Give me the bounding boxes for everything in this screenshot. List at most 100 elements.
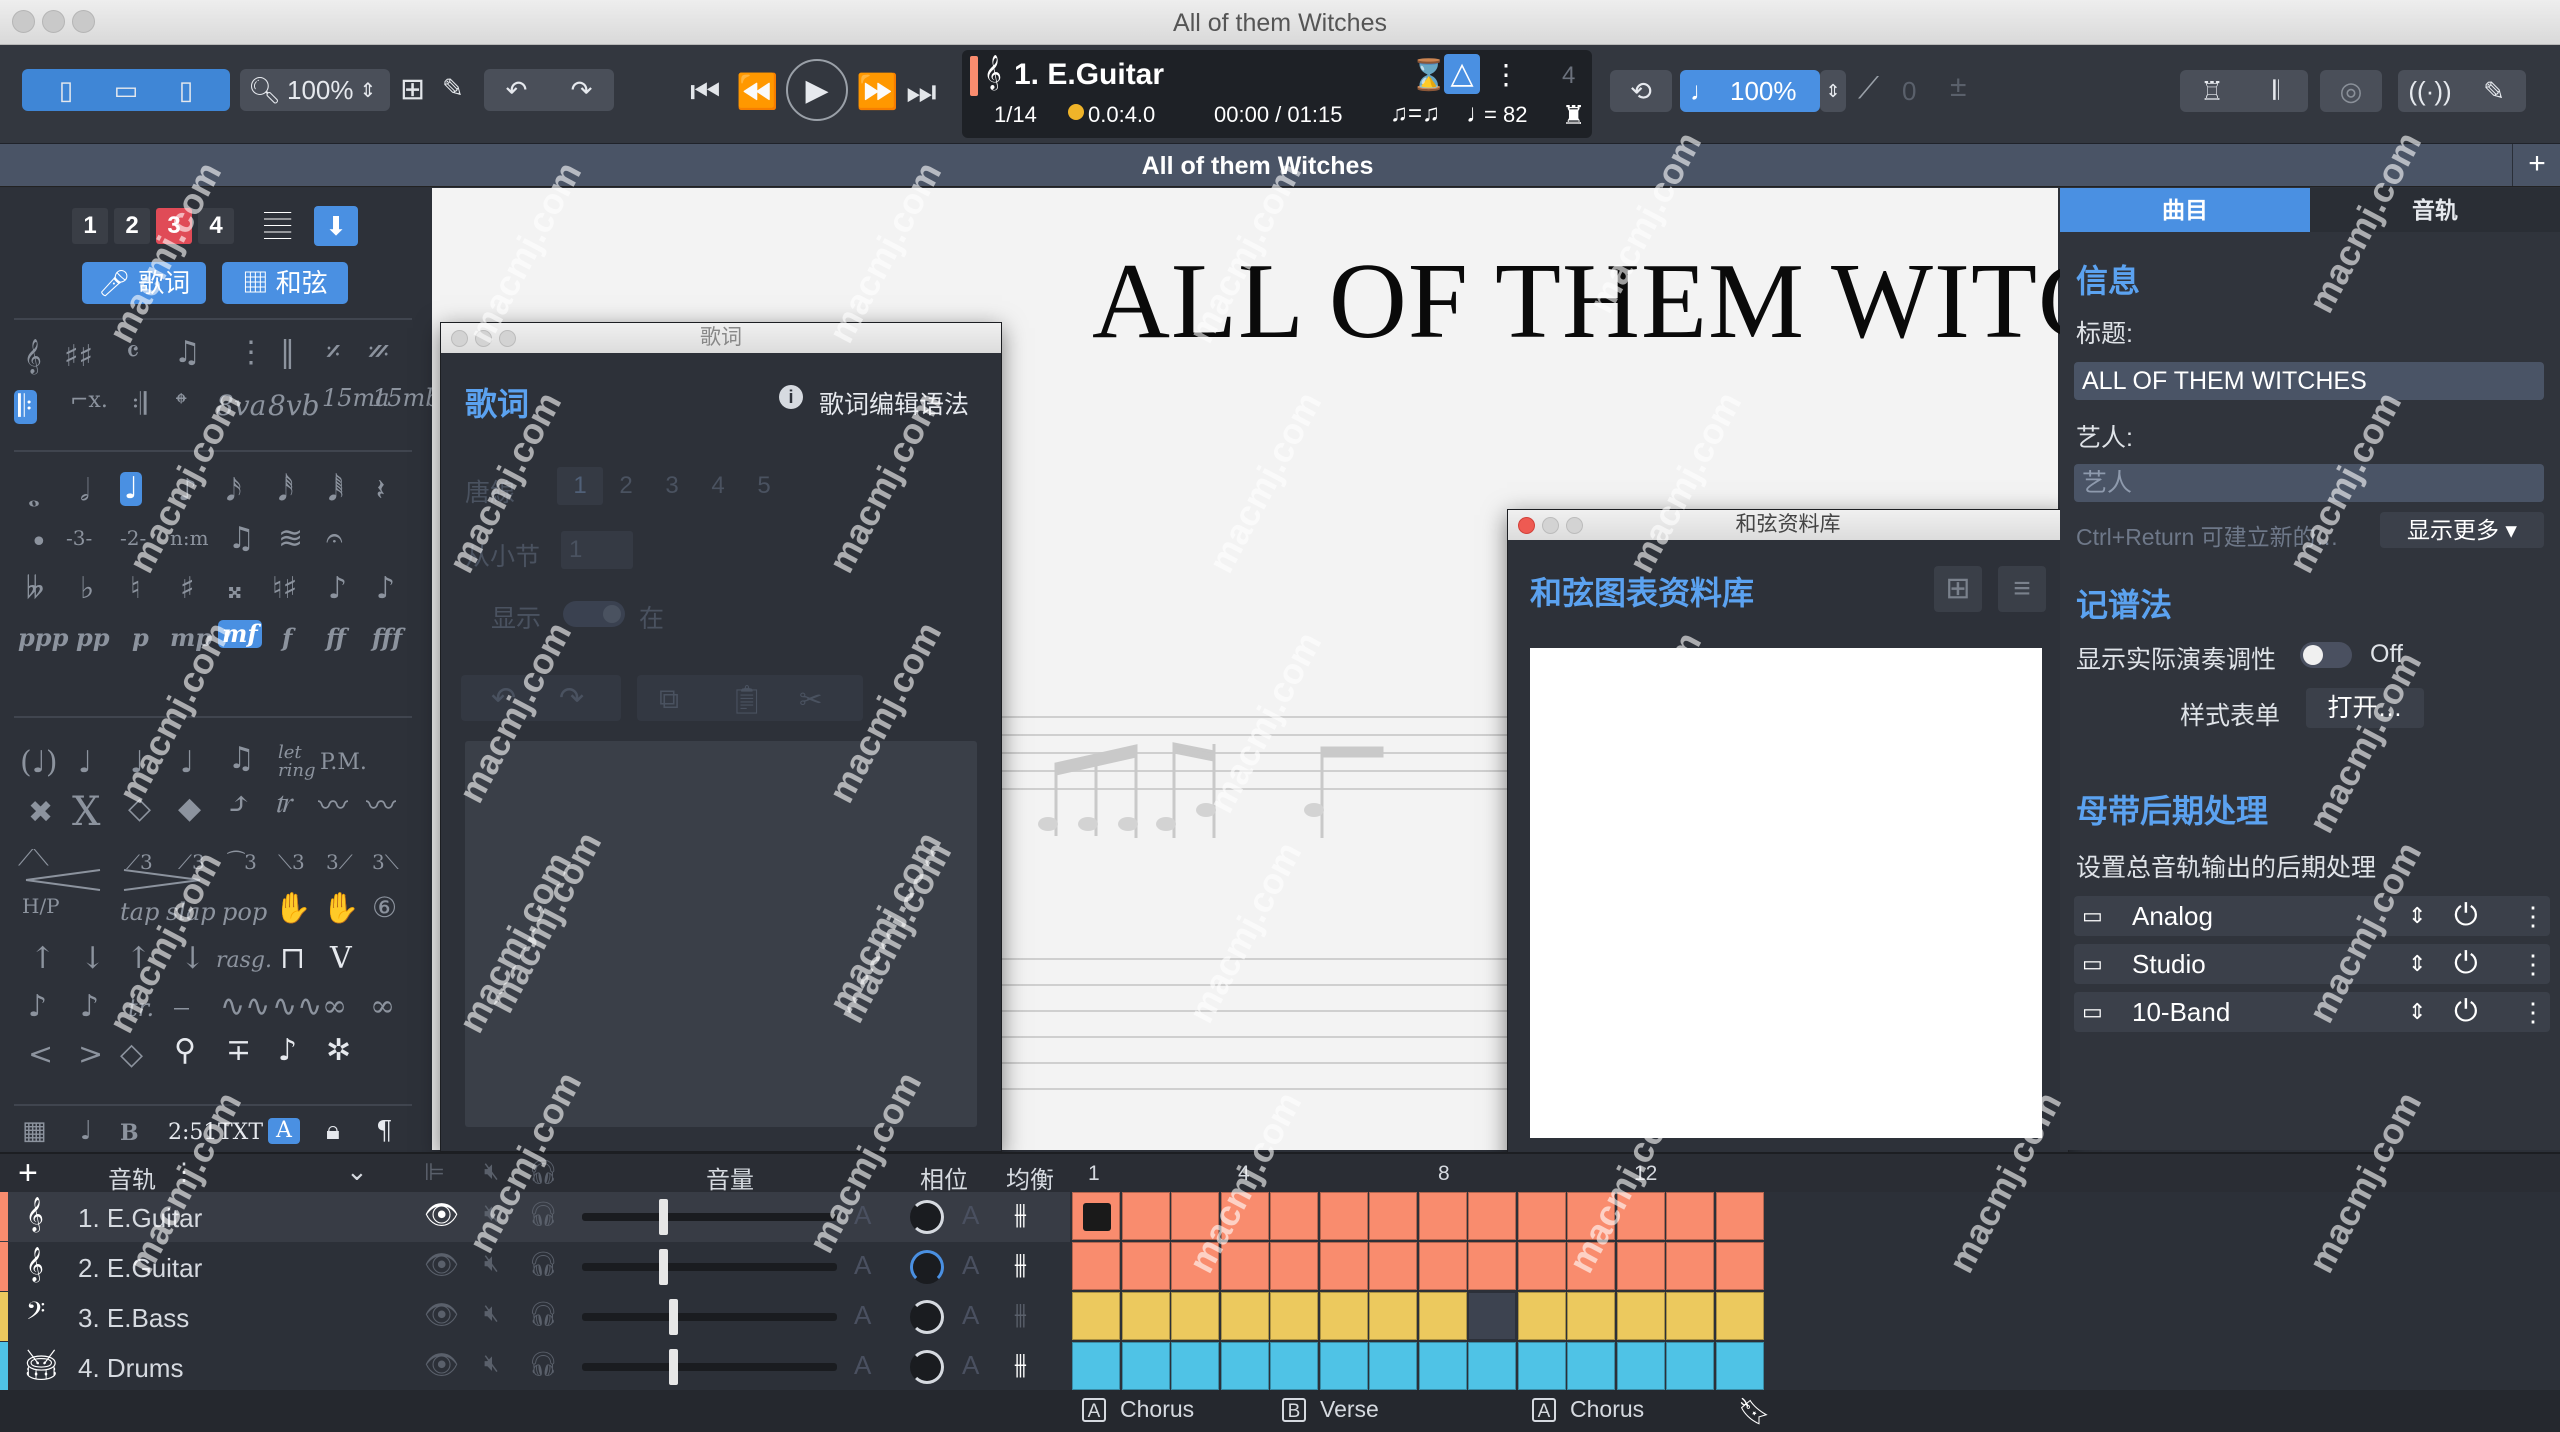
whole-note-icon[interactable]: 𝅝 — [28, 482, 40, 512]
equalizer-icon[interactable]: ⫵ — [1014, 1198, 1027, 1231]
half-note-icon[interactable]: 𝅗𝅥 — [80, 476, 90, 506]
quarter-note-icon[interactable]: ♩ — [120, 472, 143, 506]
pan-knob[interactable] — [910, 1200, 944, 1234]
decrescendo-icon[interactable]: > — [78, 1040, 103, 1070]
wide-vibrato-icon[interactable]: 〰 — [366, 792, 396, 822]
dynamic-pp-icon[interactable]: pp — [76, 626, 110, 650]
bar-cell[interactable] — [1121, 1292, 1170, 1340]
double-bar-icon[interactable]: ‖ — [280, 338, 295, 368]
voice-2-button[interactable]: 2 — [114, 208, 150, 244]
vibrato-icon[interactable]: 〰 — [318, 792, 348, 822]
annotation-icon[interactable]: A — [268, 1118, 300, 1144]
guitar-tuner-icon[interactable]: ✎ — [2462, 76, 2526, 107]
line-2-button[interactable]: 2 — [603, 467, 649, 505]
bar-cell[interactable] — [1369, 1292, 1417, 1340]
tremolo-icon[interactable]: ≋ — [278, 524, 303, 554]
volume-fader-handle[interactable] — [669, 1299, 678, 1335]
bar-cell[interactable] — [1270, 1192, 1318, 1240]
redo-icon[interactable]: ↷ — [549, 75, 614, 106]
dynamic-ppp-icon[interactable]: ppp — [18, 626, 68, 650]
line-5-button[interactable]: 5 — [741, 467, 787, 505]
document-title[interactable]: All of them Witches — [0, 152, 2515, 181]
pan-automation-icon[interactable]: A — [962, 1250, 979, 1281]
bar-cell[interactable] — [1517, 1242, 1566, 1290]
timeline-ruler[interactable]: 1 4 8 12 — [1072, 1154, 2560, 1192]
sustain-icon[interactable]: ✲ — [326, 1036, 351, 1066]
section-marker[interactable]: A Chorus — [1082, 1396, 1194, 1423]
pan-automation-icon[interactable]: A — [962, 1350, 979, 1381]
fx-more-icon[interactable]: ⋮ — [2520, 992, 2546, 1032]
artist-input[interactable]: 艺人 — [2074, 464, 2544, 502]
left-hand-icon[interactable]: ✋ — [274, 894, 311, 924]
line-1-button[interactable]: 1 — [557, 467, 603, 505]
visibility-eye-icon[interactable]: 👁︎ — [424, 1348, 460, 1381]
legato-slide-icon[interactable]: 3⟍ — [372, 852, 399, 872]
grace-slide-icon[interactable]: ♪ — [28, 992, 47, 1022]
bar-cell[interactable] — [1270, 1242, 1318, 1290]
pick-down-icon[interactable]: ⊓ — [280, 944, 305, 974]
pull-off-icon[interactable]: ⟍3 — [278, 852, 305, 872]
multi-voice-icon[interactable]: 𝄚 — [264, 208, 291, 247]
fx-row[interactable]: ▭ Studio ⇕ ⏻ ⋮ — [2074, 944, 2550, 984]
visibility-eye-icon[interactable]: 👁︎ — [424, 1248, 460, 1281]
drum-view-button[interactable]: ◎ — [2320, 70, 2382, 112]
bar-cell[interactable] — [1517, 1192, 1566, 1240]
double-flat-icon[interactable]: 𝄫 — [26, 574, 44, 604]
bar-cell[interactable] — [1220, 1292, 1269, 1340]
repeat-bar-icon[interactable]: 𝄆 — [14, 390, 37, 424]
redo-icon[interactable]: ↷ — [559, 681, 584, 716]
bar-cell[interactable] — [1072, 1242, 1120, 1290]
pan-automation-icon[interactable]: A — [962, 1200, 979, 1231]
harmonic-filled-icon[interactable]: ◆ — [178, 794, 201, 824]
visibility-eye-icon[interactable]: 👁︎ — [424, 1198, 460, 1231]
track-name[interactable]: 3. E.Bass — [78, 1303, 189, 1334]
fade-in-icon[interactable]: ∓ — [226, 1036, 251, 1066]
cut-icon[interactable]: ✂ — [799, 683, 822, 716]
heavy-accent-icon[interactable]: ♩ — [180, 748, 194, 778]
volume-fader[interactable] — [582, 1349, 837, 1385]
solo-icon[interactable]: 🎧︎ — [528, 1250, 558, 1279]
right-hand-icon[interactable]: ✋ — [322, 894, 359, 924]
bar-cell[interactable] — [1369, 1242, 1417, 1290]
bar-cell[interactable] — [1468, 1192, 1516, 1240]
show-toggle[interactable] — [563, 601, 625, 627]
grace-hammer-icon[interactable]: ♪ — [80, 992, 99, 1022]
bar-cell[interactable] — [1121, 1242, 1170, 1290]
bar-cell[interactable] — [1319, 1342, 1368, 1390]
slide-in-icon[interactable]: ⟋⟍ — [18, 848, 49, 870]
sharp-icon[interactable]: ♯ — [180, 574, 195, 604]
volume-fader[interactable] — [582, 1199, 837, 1235]
bar-cell[interactable] — [1666, 1192, 1714, 1240]
bar-cell[interactable] — [1468, 1292, 1516, 1340]
thirty-second-note-icon[interactable]: 𝅘𝅥𝅰 — [278, 476, 294, 506]
fx-power-icon[interactable]: ⏻ — [2454, 896, 2478, 936]
bar-cell[interactable] — [1072, 1342, 1120, 1390]
paragraph-icon[interactable]: ¶ — [376, 1118, 393, 1144]
paste-icon[interactable]: 📋︎ — [729, 683, 765, 716]
pin-icon[interactable]: ♜ — [1562, 100, 1585, 131]
rasgueado-icon[interactable]: rasg. — [216, 950, 272, 972]
legato-icon[interactable]: 3⟋ — [326, 852, 353, 872]
fx-more-icon[interactable]: ⋮ — [2520, 896, 2546, 936]
show-tuning-toggle[interactable] — [2300, 642, 2352, 668]
bar-cell[interactable] — [1468, 1242, 1516, 1290]
staccato-icon[interactable]: ♫ — [228, 744, 255, 774]
pan-automation-icon[interactable]: A — [962, 1300, 979, 1331]
alternate-ending-icon[interactable]: ⌐x. — [70, 390, 108, 412]
right-panel-toggle-icon[interactable]: ▯ — [156, 75, 216, 106]
line-3-button[interactable]: 3 — [649, 467, 695, 505]
ghost-note-icon[interactable]: (♩) — [20, 748, 58, 778]
turn-inverted-icon[interactable]: ∞ — [370, 992, 395, 1022]
line-4-button[interactable]: 4 — [695, 467, 741, 505]
fx-stepper-icon[interactable]: ⇕ — [2408, 992, 2426, 1032]
bar-cell[interactable] — [1715, 1342, 1764, 1390]
audio-signal-icon[interactable]: ((·)) — [2398, 76, 2462, 107]
dynamic-p-icon[interactable]: p — [132, 626, 149, 650]
copy-icon[interactable]: ⧉ — [659, 683, 679, 716]
bar-cell[interactable] — [1369, 1192, 1417, 1240]
loop-button[interactable]: ⟲ — [1610, 70, 1672, 112]
mute-icon[interactable]: 🔇︎ — [484, 1300, 499, 1328]
bookmark-icon[interactable]: 🔖︎ — [1738, 1396, 1771, 1427]
automation-icon[interactable]: A — [854, 1300, 871, 1331]
info-icon[interactable]: i — [779, 385, 803, 409]
